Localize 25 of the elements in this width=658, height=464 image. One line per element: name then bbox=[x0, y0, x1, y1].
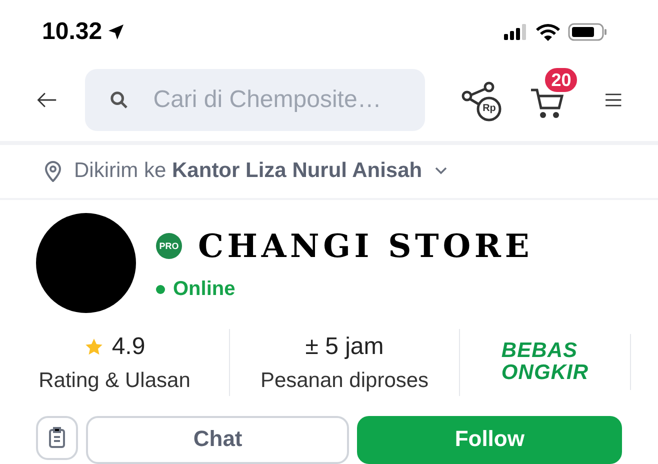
pro-badge: PRO bbox=[156, 233, 182, 260]
stat-value: ± 5 jam bbox=[305, 332, 384, 362]
star-icon bbox=[84, 336, 104, 357]
follow-button[interactable]: Follow bbox=[357, 416, 622, 464]
chat-button[interactable]: Chat bbox=[86, 416, 350, 464]
notes-button[interactable] bbox=[36, 416, 78, 460]
share-button[interactable]: Rp bbox=[457, 76, 506, 124]
status-text: Online bbox=[173, 277, 236, 302]
cart-count-badge: 20 bbox=[543, 66, 580, 94]
battery-icon bbox=[568, 22, 608, 42]
location-arrow-icon bbox=[106, 22, 126, 42]
delivery-address[interactable]: Dikirim ke Kantor Liza Nurul Anisah bbox=[74, 155, 422, 187]
chevron-down-icon[interactable] bbox=[434, 166, 448, 176]
stat-label: Rating & Ulasan bbox=[38, 368, 190, 394]
location-pin-icon bbox=[44, 160, 62, 182]
store-name: CHANGI STORE bbox=[198, 226, 534, 268]
stat-label: Pesanan diproses bbox=[260, 368, 429, 394]
search-field[interactable]: Cari di Chemposite… bbox=[85, 68, 426, 131]
wifi-icon bbox=[536, 22, 560, 41]
free-shipping-logo: BEBAS ONGKIR bbox=[501, 340, 589, 384]
search-icon bbox=[109, 90, 130, 110]
status-time: 10.32 bbox=[42, 16, 102, 47]
signal-icon bbox=[504, 24, 528, 40]
stat-value: 4.9 bbox=[112, 332, 146, 362]
clipboard-icon bbox=[48, 427, 66, 449]
